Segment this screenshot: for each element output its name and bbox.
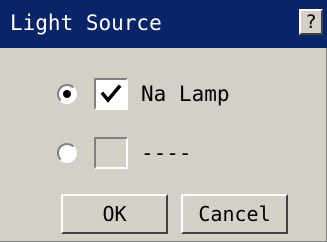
window-title: Light Source: [10, 11, 162, 35]
light-source-dialog: Light Source ? Na Lamp ---- OK Cancel: [0, 0, 327, 242]
radio-na-lamp[interactable]: [57, 84, 77, 104]
checkmark-icon: [100, 84, 122, 103]
option-row-empty: ----: [0, 136, 327, 170]
cancel-button[interactable]: Cancel: [181, 194, 288, 234]
ok-button[interactable]: OK: [61, 194, 168, 234]
title-bar[interactable]: Light Source ?: [0, 0, 327, 48]
checkbox-na-lamp[interactable]: [94, 78, 128, 110]
option-row-na-lamp: Na Lamp: [0, 77, 327, 111]
checkbox-empty[interactable]: [94, 137, 128, 169]
radio-empty[interactable]: [57, 143, 77, 163]
option-label-na-lamp: Na Lamp: [141, 82, 230, 106]
option-label-empty: ----: [141, 141, 192, 165]
help-button[interactable]: ?: [299, 9, 323, 35]
